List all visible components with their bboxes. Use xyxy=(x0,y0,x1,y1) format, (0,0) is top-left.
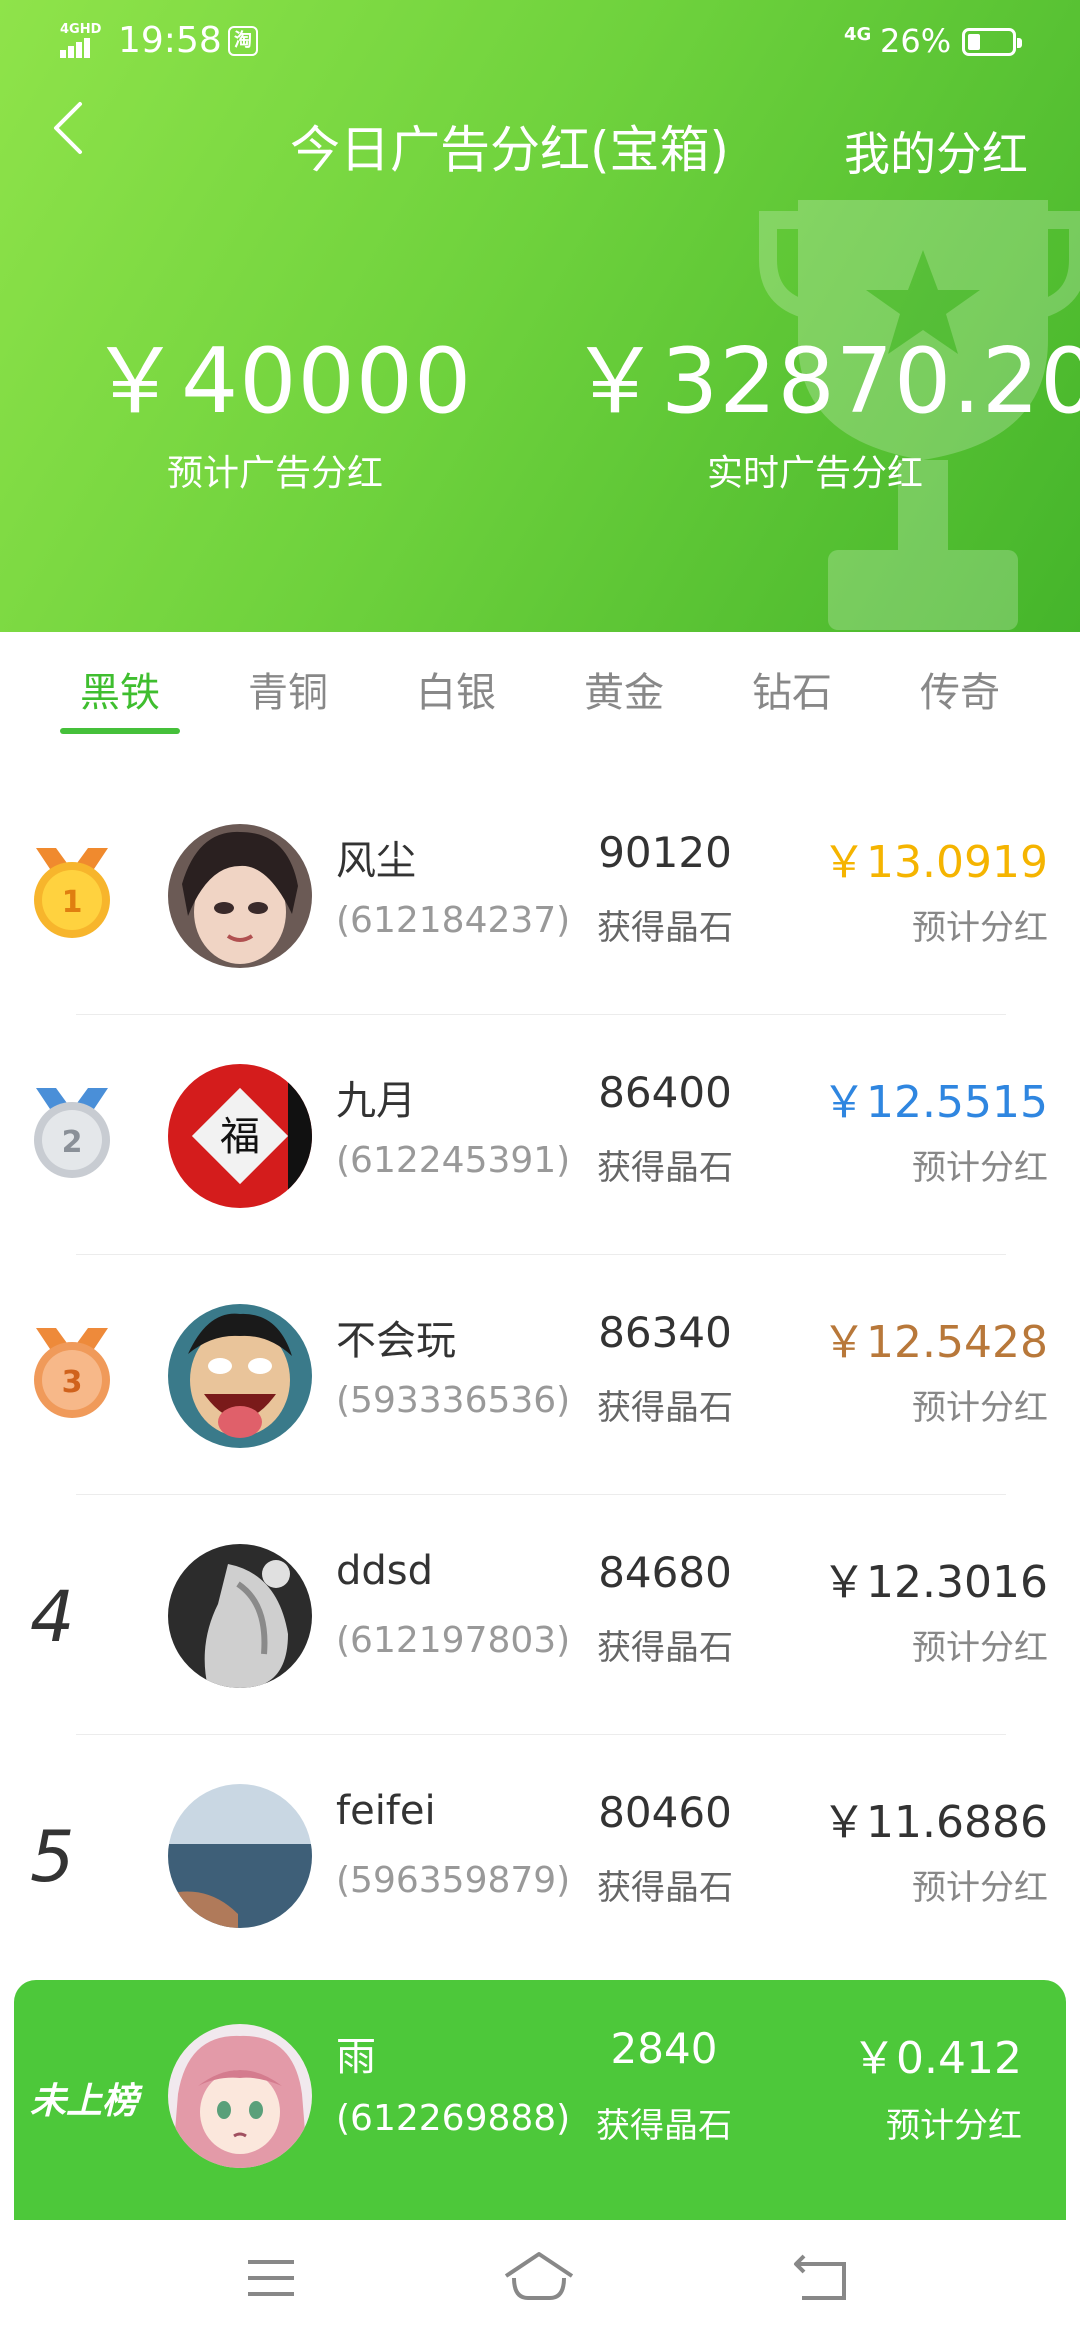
realtime-dividend-label: 实时广告分红 xyxy=(706,453,923,494)
svg-text:2: 2 xyxy=(62,1125,83,1160)
user-name: 雨 xyxy=(336,2034,376,2080)
bronze-medal-icon: 3 xyxy=(34,1328,110,1418)
svg-text:1: 1 xyxy=(62,885,83,920)
dividend-amount: ￥12.5515 xyxy=(822,1077,1048,1128)
expected-dividend-label: 预计广告分红 xyxy=(166,453,383,494)
home-icon[interactable] xyxy=(504,2250,574,2306)
gems-label: 获得晶石 xyxy=(597,908,733,948)
user-name: 不会玩 xyxy=(336,1318,456,1364)
avatar xyxy=(168,1304,312,1448)
leaderboard-row[interactable]: 5 feifei (596359879) 80460 获得晶石 ￥11.6886… xyxy=(0,1736,1080,1976)
avatar: 福 xyxy=(168,1064,312,1208)
dividend-label: 预计分红 xyxy=(912,1868,1048,1908)
rank-number: 5 xyxy=(30,1816,75,1898)
gems-count: 84680 xyxy=(598,1548,732,1597)
dividend-label: 预计分红 xyxy=(886,2106,1022,2146)
leaderboard-row[interactable]: 2 福 九月 (612245391) 86400 获得晶石 ￥12.5515 预… xyxy=(0,1016,1080,1256)
menu-icon[interactable] xyxy=(236,2250,306,2306)
gems-label: 获得晶石 xyxy=(596,2106,732,2146)
dividend-amount: ￥12.5428 xyxy=(822,1317,1048,1368)
my-ranking-row[interactable]: 未上榜 雨 (612269888) 2840 获得晶石 ￥0.412 预计分红 xyxy=(14,1980,1066,2220)
not-ranked-label: 未上榜 xyxy=(30,2081,139,2122)
user-id: (593336536) xyxy=(336,1380,571,1421)
header-banner: 4GHD 19:58 淘 4G 26% 今日广告分红(宝箱) 我的分红 ￥400… xyxy=(0,0,1080,632)
dividend-label: 预计分红 xyxy=(912,1628,1048,1668)
user-id: (612184237) xyxy=(336,900,571,941)
gems-label: 获得晶石 xyxy=(597,1388,733,1428)
battery-icon xyxy=(962,28,1022,56)
avatar xyxy=(168,1784,312,1928)
dividend-label: 预计分红 xyxy=(912,908,1048,948)
status-time: 19:58 xyxy=(118,20,222,61)
gems-count: 2840 xyxy=(610,2024,718,2073)
system-nav-bar xyxy=(0,2220,1080,2340)
tab-bronze[interactable]: 青铜 xyxy=(204,660,372,718)
user-id: (596359879) xyxy=(336,1860,571,1901)
dividend-label: 预计分红 xyxy=(912,1388,1048,1428)
tab-black-iron[interactable]: 黑铁 xyxy=(36,660,204,718)
leaderboard-row[interactable]: 4 ddsd (612197803) 84680 获得晶石 ￥12.3016 预… xyxy=(0,1496,1080,1736)
user-name: ddsd xyxy=(336,1548,434,1594)
back-icon[interactable] xyxy=(788,2250,858,2306)
taobao-notification-icon: 淘 xyxy=(228,26,258,56)
divider xyxy=(76,1734,1006,1735)
mobile-data-icon: 4G xyxy=(844,24,872,45)
active-tab-indicator xyxy=(60,728,180,734)
tab-silver[interactable]: 白银 xyxy=(372,660,540,718)
avatar xyxy=(168,824,312,968)
divider xyxy=(76,1254,1006,1255)
realtime-dividend-stat: ￥32870.20 实时广告分红 xyxy=(570,308,1080,496)
user-id: (612269888) xyxy=(336,2098,571,2139)
battery-percent: 26% xyxy=(880,22,952,60)
silver-medal-icon: 2 xyxy=(34,1088,110,1178)
leaderboard-row[interactable]: 3 不会玩 (593336536) 86340 获得晶石 ￥12.5428 预计… xyxy=(0,1256,1080,1496)
tab-diamond[interactable]: 钻石 xyxy=(708,660,876,718)
avatar xyxy=(168,2024,312,2168)
dividend-amount: ￥0.412 xyxy=(852,2033,1022,2084)
dividend-amount: ￥12.3016 xyxy=(822,1557,1048,1608)
back-arrow-icon[interactable] xyxy=(44,98,94,158)
rank-number: 4 xyxy=(30,1576,75,1658)
user-id: (612245391) xyxy=(336,1140,571,1181)
gems-label: 获得晶石 xyxy=(597,1868,733,1908)
user-id: (612197803) xyxy=(336,1620,571,1661)
gems-count: 86340 xyxy=(598,1308,732,1357)
svg-text:3: 3 xyxy=(62,1365,83,1400)
divider xyxy=(76,1014,1006,1015)
realtime-dividend-value: ￥32870.20 xyxy=(570,329,1080,434)
expected-dividend-stat: ￥40000 预计广告分红 xyxy=(90,308,473,496)
avatar xyxy=(168,1544,312,1688)
page: 4GHD 19:58 淘 4G 26% 今日广告分红(宝箱) 我的分红 ￥400… xyxy=(0,0,1080,2340)
divider xyxy=(76,1494,1006,1495)
gems-count: 90120 xyxy=(598,828,732,877)
my-dividend-link[interactable]: 我的分红 xyxy=(844,118,1028,184)
expected-dividend-value: ￥40000 xyxy=(90,329,473,434)
svg-text:福: 福 xyxy=(220,1114,260,1160)
dividend-label: 预计分红 xyxy=(912,1148,1048,1188)
user-name: feifei xyxy=(336,1788,436,1834)
user-name: 风尘 xyxy=(336,838,416,884)
leaderboard-row[interactable]: 1 风尘 (612184237) 90120 获得晶石 ￥13.0919 预计分… xyxy=(0,776,1080,1016)
dividend-amount: ￥13.0919 xyxy=(822,837,1048,888)
tab-legend[interactable]: 传奇 xyxy=(876,660,1044,718)
gems-label: 获得晶石 xyxy=(597,1628,733,1668)
page-title: 今日广告分红(宝箱) xyxy=(290,121,730,179)
status-bar: 4GHD 19:58 淘 4G 26% xyxy=(0,0,1080,84)
gems-count: 86400 xyxy=(598,1068,732,1117)
dividend-amount: ￥11.6886 xyxy=(822,1797,1048,1848)
gems-label: 获得晶石 xyxy=(597,1148,733,1188)
tab-gold[interactable]: 黄金 xyxy=(540,660,708,718)
gems-count: 80460 xyxy=(598,1788,732,1837)
gold-medal-icon: 1 xyxy=(34,848,110,938)
signal-icon: 4GHD xyxy=(58,22,108,58)
user-name: 九月 xyxy=(336,1078,416,1124)
